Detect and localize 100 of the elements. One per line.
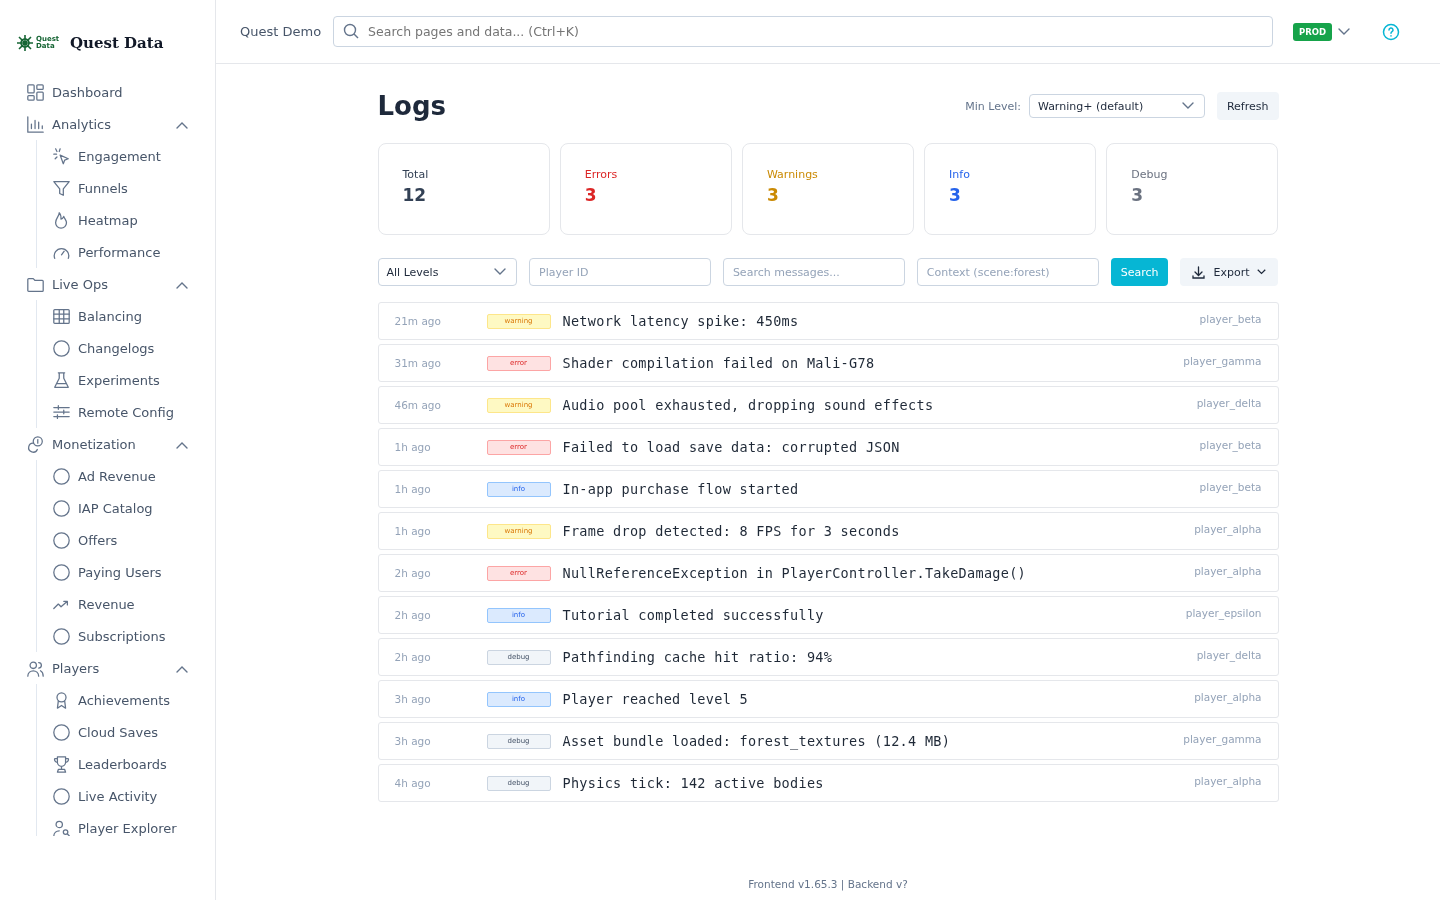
stat-value: 3 <box>766 185 780 205</box>
context-field[interactable]: Context (scene:forest) <box>916 258 1099 286</box>
collapse-icon <box>176 440 188 449</box>
refresh-button[interactable]: Refresh <box>1216 92 1279 120</box>
log-time: 21m ago <box>394 315 442 327</box>
player-name: player_alpha <box>1194 775 1262 787</box>
project-name[interactable]: Quest Demo <box>240 24 322 39</box>
stat-label: Debug <box>1131 168 1169 181</box>
coins-icon <box>26 434 45 454</box>
funnel-icon <box>52 178 71 198</box>
log-time: 2h ago <box>394 567 432 579</box>
log-time: 3h ago <box>394 693 432 705</box>
circle-icon <box>52 530 71 550</box>
sidebar-item[interactable]: Monetization <box>26 428 188 460</box>
player-id-field[interactable]: Player ID <box>529 258 711 286</box>
log-message: Player reached level 5 <box>562 691 749 707</box>
log-message: Audio pool exhausted, dropping sound effects <box>562 397 935 413</box>
sidebar-item[interactable]: Dashboard <box>26 76 188 108</box>
sidebar-item[interactable]: Revenue <box>52 588 182 620</box>
sidebar-item[interactable]: Ad Revenue <box>52 460 182 492</box>
search-field[interactable]: Search pages and data... (Ctrl+K) <box>333 16 1273 47</box>
log-message: In-app purchase flow started <box>562 481 800 497</box>
circle-icon <box>52 562 71 582</box>
sliders-icon <box>52 402 71 422</box>
sidebar-item[interactable]: Leaderboards <box>52 748 182 780</box>
log-time: 2h ago <box>394 609 432 621</box>
sidebar-item[interactable]: Engagement <box>52 140 182 172</box>
sidebar-item[interactable]: Changelogs <box>52 332 182 364</box>
player-name: player_alpha <box>1194 565 1262 577</box>
sidebar-item[interactable]: Live Activity <box>52 780 182 812</box>
stat-value: 3 <box>949 185 962 205</box>
player-name: player_alpha <box>1194 691 1262 703</box>
circle-icon <box>52 498 71 518</box>
export-button[interactable]: Export <box>1180 258 1279 286</box>
player-name: player_gamma <box>1183 355 1262 367</box>
player-name: player_beta <box>1199 313 1262 325</box>
sidebar-item[interactable]: Live Ops <box>26 268 188 300</box>
log-message: NullReferenceException in PlayerController.TakeDamage() <box>562 565 1028 581</box>
player-name: player_beta <box>1199 439 1262 451</box>
circle-icon <box>52 626 71 646</box>
log-message: Tutorial completed successfully <box>562 607 825 623</box>
collapse-icon <box>176 664 188 673</box>
table-icon <box>52 306 71 326</box>
sidebar-item[interactable]: Achievements <box>52 684 182 716</box>
circle-icon <box>52 338 71 358</box>
sidebar-item[interactable]: IAP Catalog <box>52 492 182 524</box>
sidebar-item[interactable]: Remote Config <box>52 396 182 428</box>
stat-label: Errors <box>584 168 619 181</box>
chevron-icon <box>1257 269 1267 275</box>
log-time: 1h ago <box>394 483 432 495</box>
circle-icon <box>52 466 71 486</box>
flask-icon <box>52 370 71 390</box>
log-time: 3h ago <box>394 735 432 747</box>
circle-icon <box>52 722 71 742</box>
sidebar-item[interactable]: Heatmap <box>52 204 182 236</box>
logo-icon <box>16 34 34 52</box>
player-name: player_epsilon <box>1185 607 1262 619</box>
sidebar-item[interactable]: Funnels <box>52 172 182 204</box>
sidebar-item[interactable]: Performance <box>52 236 182 268</box>
sidebar-item[interactable]: Experiments <box>52 364 182 396</box>
search-icon <box>343 23 360 39</box>
sidebar-item[interactable]: Offers <box>52 524 182 556</box>
sidebar-item[interactable]: Subscriptions <box>52 620 182 652</box>
message-search-field[interactable]: Search messages... <box>722 258 905 286</box>
player-name: player_delta <box>1196 397 1262 409</box>
log-message: Network latency spike: 450ms <box>562 313 800 329</box>
player-name: player_delta <box>1196 649 1262 661</box>
log-message: Pathfinding cache hit ratio: 94% <box>562 649 834 665</box>
collapse-icon <box>176 120 188 129</box>
stat-label: Warnings <box>766 168 819 181</box>
sidebar-item[interactable]: Analytics <box>26 108 188 140</box>
sidebar-item[interactable]: Player Explorer <box>52 812 182 836</box>
page-title: Logs <box>377 91 448 121</box>
stat-value: 3 <box>1131 185 1145 205</box>
log-message: Physics tick: 142 active bodies <box>562 775 825 791</box>
log-message: Failed to load save data: corrupted JSON <box>562 439 901 455</box>
min-level-select[interactable]: Warning+ (default) <box>1028 94 1205 118</box>
player-name: player_gamma <box>1183 733 1262 745</box>
sidebar-item[interactable]: Cloud Saves <box>52 716 182 748</box>
version-text: Frontend v1.65.3 | Backend v? <box>748 878 908 890</box>
min-level-label: Min Level: <box>965 99 1021 113</box>
stat-value: 12 <box>402 185 428 205</box>
bar-chart-icon <box>26 114 45 134</box>
dashboard-icon <box>26 82 45 102</box>
log-time: 4h ago <box>394 777 432 789</box>
dropdown-icon <box>494 268 506 276</box>
sidebar-item[interactable]: Players <box>26 652 188 684</box>
user-search-icon <box>52 818 71 836</box>
dropdown-icon <box>1181 102 1194 110</box>
stat-label: Info <box>949 168 971 181</box>
help-icon[interactable] <box>1382 22 1400 41</box>
collapse-icon <box>176 280 188 289</box>
level-select[interactable]: All Levels <box>377 258 517 286</box>
player-name: player_alpha <box>1194 523 1262 535</box>
sidebar-item[interactable]: Balancing <box>52 300 182 332</box>
log-message: Frame drop detected: 8 FPS for 3 seconds <box>562 523 901 539</box>
circle-icon <box>52 786 71 806</box>
log-time: 2h ago <box>394 651 432 663</box>
download-icon <box>1192 265 1206 279</box>
sidebar-item[interactable]: Paying Users <box>52 556 182 588</box>
